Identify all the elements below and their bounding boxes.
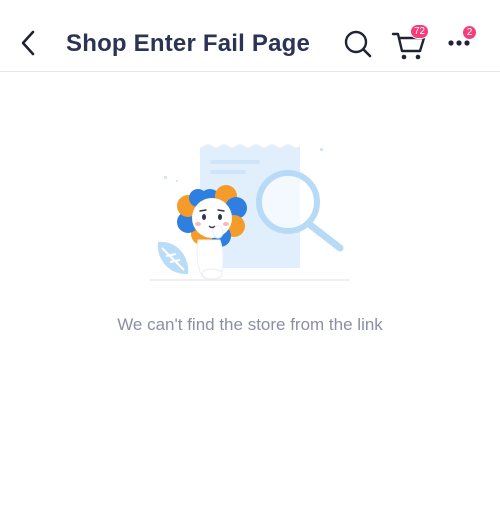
more-options-button[interactable]: 2 (444, 24, 480, 60)
store-not-found-illustration (148, 140, 354, 285)
cart-button[interactable]: 72 (390, 24, 430, 64)
search-icon (344, 30, 372, 58)
back-button[interactable] (14, 26, 44, 60)
cart-count-badge: 72 (410, 24, 430, 39)
shop-enter-fail-page: Shop Enter Fail Page 72 2 We can't find … (0, 0, 500, 522)
search-button[interactable] (342, 28, 374, 60)
empty-state-message: We can't find the store from the link (117, 315, 383, 334)
top-nav-bar: Shop Enter Fail Page 72 2 (0, 0, 500, 72)
notification-count-badge: 2 (462, 25, 477, 40)
chevron-left-icon (21, 30, 35, 56)
page-title: Shop Enter Fail Page (66, 30, 311, 57)
mascot-with-receipt-and-magnifier-illustration (150, 144, 350, 281)
